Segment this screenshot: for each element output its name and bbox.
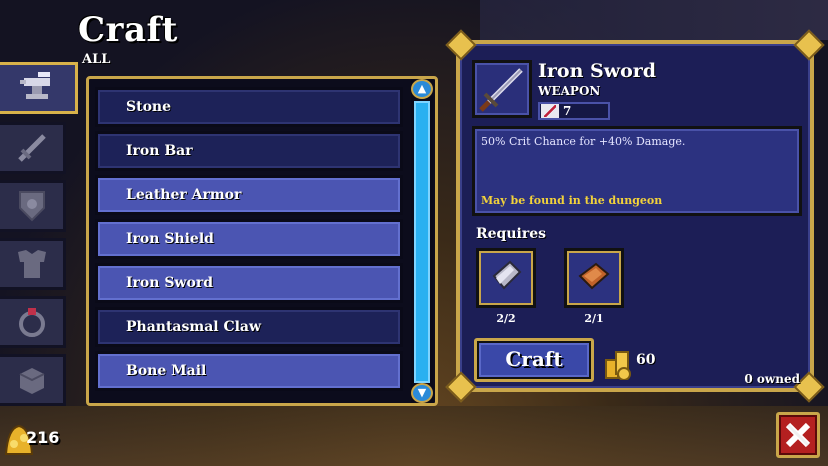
ring-icon [18, 308, 45, 337]
gold-amount: 216 [26, 428, 60, 447]
recipe-item-stone[interactable]: Stone [95, 87, 403, 127]
iron-sword-icon [479, 68, 523, 112]
craft-cost: 60 [636, 352, 656, 368]
page-title: Craft [78, 10, 178, 50]
sword-icon [17, 134, 46, 162]
shield-icon [18, 191, 45, 222]
tab-armor[interactable] [0, 238, 66, 290]
tavern-floor [0, 406, 828, 466]
owned-count: 0 owned [744, 372, 800, 386]
requirement-slot-leather[interactable] [564, 248, 624, 308]
attack-stat: 7 [538, 102, 610, 120]
gold-coins-icon [605, 351, 631, 380]
close-button[interactable] [776, 412, 820, 458]
requirement-count: 2/1 [584, 312, 604, 325]
requirement-count: 2/2 [496, 312, 516, 325]
recipe-item-phantasmal-claw[interactable]: Phantasmal Claw [95, 307, 403, 347]
filter-label: ALL [82, 52, 111, 67]
recipe-list: Stone Iron Bar Leather Armor Iron Shield… [95, 87, 403, 395]
attack-icon [541, 104, 559, 118]
scroll-thumb[interactable] [414, 101, 430, 383]
item-description: 50% Crit Chance for +40% Damage. [481, 135, 686, 148]
anvil-icon [19, 72, 50, 99]
item-description-box: 50% Crit Chance for +40% Damage. May be … [472, 126, 802, 216]
tab-accessories[interactable] [0, 296, 66, 348]
night-sky [480, 0, 828, 40]
attack-value: 7 [563, 104, 572, 118]
item-name: Iron Sword [538, 60, 657, 82]
item-detail-panel: Iron Sword WEAPON 7 50% Crit Chance for … [445, 29, 825, 403]
scroll-down-icon[interactable]: ▼ [411, 383, 433, 403]
requires-label: Requires [476, 226, 546, 242]
material-icon [19, 368, 44, 394]
item-icon-frame [472, 60, 532, 118]
tab-shields[interactable] [0, 180, 66, 232]
recipe-item-leather-armor[interactable]: Leather Armor [95, 175, 403, 215]
armor-icon [17, 250, 46, 278]
item-type: WEAPON [538, 84, 601, 98]
close-icon [785, 422, 811, 448]
recipe-item-iron-shield[interactable]: Iron Shield [95, 219, 403, 259]
tab-all-anvil[interactable] [0, 62, 78, 114]
tab-materials[interactable] [0, 354, 66, 406]
recipe-item-iron-bar[interactable]: Iron Bar [95, 131, 403, 171]
tab-weapons[interactable] [0, 122, 66, 174]
iron-bar-icon [492, 260, 522, 290]
recipe-list-panel: Stone Iron Bar Leather Armor Iron Shield… [86, 76, 438, 406]
scroll-up-icon[interactable]: ▲ [411, 79, 433, 99]
item-source: May be found in the dungeon [481, 194, 663, 207]
requirement-slot-iron-bar[interactable] [476, 248, 536, 308]
recipe-scrollbar[interactable]: ▲ ▼ [411, 79, 433, 403]
craft-button[interactable]: Craft [474, 338, 594, 382]
recipe-item-bone-mail[interactable]: Bone Mail [95, 351, 403, 391]
recipe-item-iron-sword[interactable]: Iron Sword [95, 263, 403, 303]
leather-icon [578, 262, 610, 290]
